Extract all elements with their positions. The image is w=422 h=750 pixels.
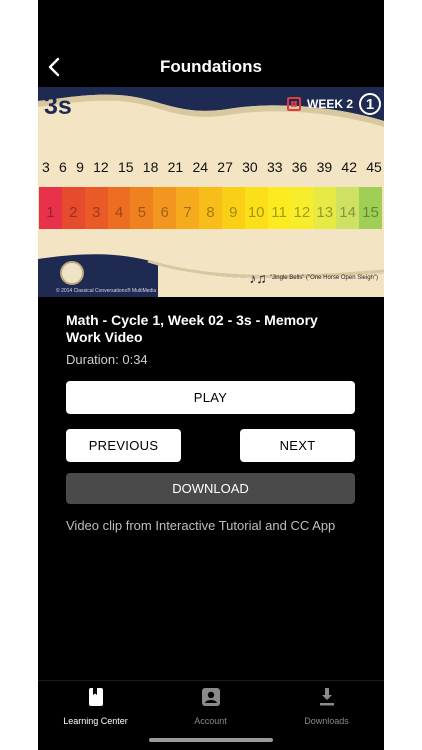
count-cell: 1 — [39, 187, 62, 229]
count-number: 14 — [339, 204, 356, 221]
count-cell: 3 — [84, 187, 108, 229]
count-cell: 12 — [290, 187, 314, 229]
home-indicator — [149, 738, 273, 742]
multiple-number: 9 — [76, 159, 84, 175]
count-cell: 13 — [313, 187, 337, 229]
item-description: Video clip from Interactive Tutorial and… — [66, 518, 336, 533]
classical-conversations-logo — [60, 261, 84, 285]
count-number: 11 — [271, 204, 287, 221]
song-credit: ♪♫ "Jingle Bells" ("One Horse Open Sleig… — [249, 270, 378, 286]
multiple-number: 6 — [59, 159, 67, 175]
video-subject-label: 3s — [44, 92, 72, 120]
cycle-badge: 1 — [359, 93, 382, 115]
count-cell: 11 — [267, 187, 291, 229]
count-number: 2 — [69, 204, 78, 221]
multiple-number: 45 — [366, 159, 382, 175]
count-strip: 1 2 3 4 5 6 7 8 9 10 11 12 13 14 15 — [39, 187, 382, 229]
count-number: 8 — [206, 204, 215, 221]
multiple-number: 3 — [42, 159, 50, 175]
count-number: 12 — [293, 204, 311, 221]
multiples-row: 3 6 9 12 15 18 21 24 27 30 33 36 39 42 45 — [42, 159, 382, 175]
count-cell: 5 — [130, 187, 154, 229]
count-number: 10 — [247, 204, 265, 221]
week-indicator: WEEK 2 1 — [287, 93, 382, 115]
multiple-number: 21 — [167, 159, 184, 175]
play-button[interactable]: PLAY — [66, 381, 355, 414]
item-duration: Duration: 0:34 — [66, 352, 148, 367]
multiple-number: 30 — [242, 159, 258, 175]
nav-header: Foundations — [38, 0, 384, 88]
multiple-number: 24 — [192, 159, 209, 175]
count-cell: 2 — [61, 187, 85, 229]
multiple-number: 36 — [291, 159, 308, 175]
page-title: Foundations — [160, 57, 262, 76]
tab-learning-center[interactable]: Learning Center — [38, 687, 153, 726]
multiple-number: 42 — [341, 159, 357, 175]
count-cell: 4 — [107, 187, 131, 229]
tab-label: Learning Center — [63, 716, 128, 726]
count-number: 5 — [137, 204, 147, 221]
count-cell: 8 — [199, 187, 222, 229]
count-cell: 14 — [336, 187, 360, 229]
multiple-number: 12 — [93, 159, 109, 175]
multiple-number: 15 — [117, 159, 134, 175]
count-number: 13 — [316, 204, 334, 221]
book-icon — [86, 687, 106, 707]
tab-downloads[interactable]: Downloads — [269, 687, 384, 726]
tab-account[interactable]: Account — [153, 687, 268, 726]
video-thumbnail[interactable]: 3s WEEK 2 1 3 6 9 12 15 18 21 24 27 30 33 36 39 42 45 … — [38, 87, 384, 297]
copyright-text: © 2014 Classical Conversations® MultiMed… — [56, 288, 157, 294]
tab-label: Downloads — [304, 716, 349, 726]
music-notes-icon: ♪♫ — [249, 270, 267, 286]
multiple-number: 39 — [316, 159, 333, 175]
count-number: 6 — [160, 204, 169, 221]
count-number: 9 — [229, 204, 238, 221]
count-cell: 15 — [359, 187, 382, 229]
tab-label: Account — [194, 716, 227, 726]
count-number: 3 — [91, 204, 101, 221]
multiple-number: 27 — [217, 159, 233, 175]
count-number: 1 — [46, 204, 55, 221]
week-label: WEEK 2 — [307, 97, 354, 111]
count-cell: 7 — [176, 187, 200, 229]
count-cell: 9 — [221, 187, 245, 229]
item-title: Math - Cycle 1, Week 02 - 3s - Memory Wo… — [66, 312, 318, 345]
count-cell: 10 — [244, 187, 268, 229]
multiple-number: 33 — [266, 159, 283, 175]
multiple-number: 18 — [142, 159, 159, 175]
phone-screen: Foundations 3s WEEK 2 1 3 6 9 12 15 18 21 24 27 3… — [38, 0, 384, 750]
dice-icon — [287, 97, 301, 111]
count-number: 15 — [362, 204, 379, 221]
next-button[interactable]: NEXT — [240, 429, 355, 462]
account-icon — [201, 687, 221, 707]
download-button[interactable]: DOWNLOAD — [66, 473, 355, 504]
previous-button[interactable]: PREVIOUS — [66, 429, 181, 462]
count-number: 4 — [114, 204, 124, 221]
song-title: "Jingle Bells" ("One Horse Open Sleigh") — [269, 275, 378, 281]
count-number: 7 — [183, 204, 192, 221]
count-cell: 6 — [153, 187, 177, 229]
download-icon — [317, 687, 337, 707]
